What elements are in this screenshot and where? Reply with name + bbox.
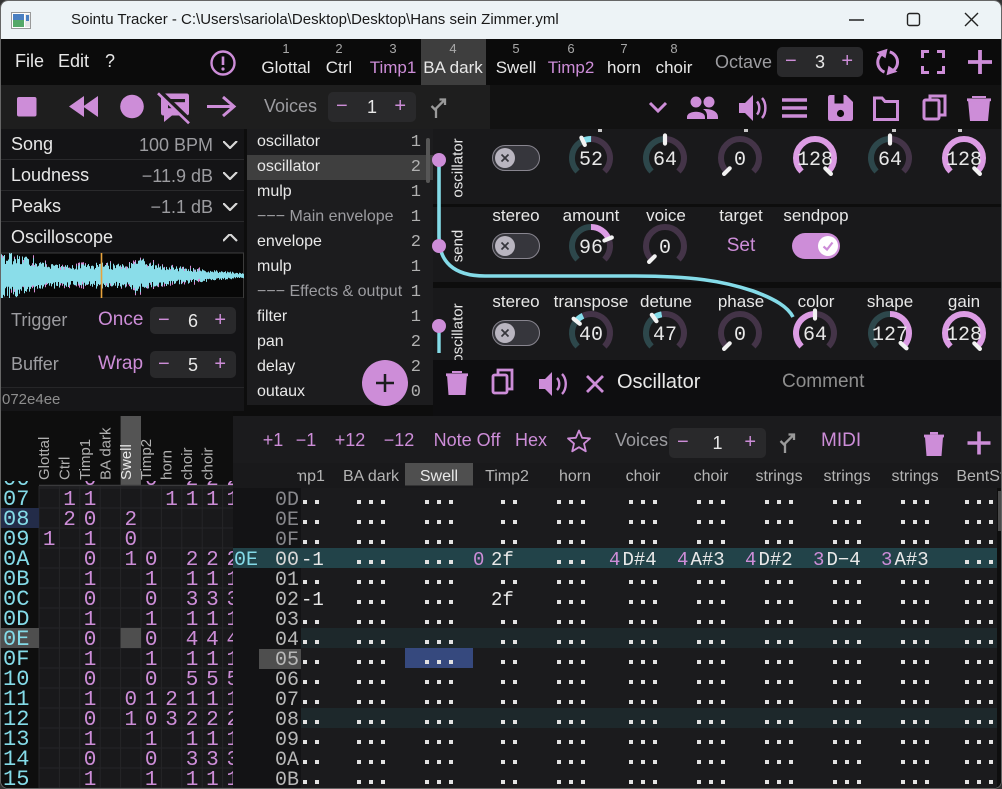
svg-text:strings: strings bbox=[755, 468, 802, 485]
svg-text:choir: choir bbox=[694, 468, 729, 485]
svg-text:64: 64 bbox=[878, 149, 902, 172]
svg-text:0: 0 bbox=[473, 549, 484, 571]
svg-text:1: 1 bbox=[84, 769, 97, 789]
svg-text:strings: strings bbox=[823, 468, 870, 485]
svg-text:choir: choir bbox=[199, 447, 216, 480]
svg-text:Timp2: Timp2 bbox=[485, 468, 529, 485]
svg-text:2: 2 bbox=[63, 509, 76, 532]
svg-text:D#4: D#4 bbox=[623, 549, 657, 571]
svg-text:1: 1 bbox=[124, 709, 137, 732]
svg-text:BA dark: BA dark bbox=[97, 427, 114, 480]
svg-text:3: 3 bbox=[813, 549, 824, 571]
svg-text:1: 1 bbox=[145, 769, 158, 789]
svg-text:choir: choir bbox=[179, 447, 196, 480]
svg-text:Timp2: Timp2 bbox=[138, 439, 155, 480]
svg-text:BentStr: BentStr bbox=[956, 468, 1002, 485]
svg-text:BA dark: BA dark bbox=[343, 468, 400, 485]
svg-text:4: 4 bbox=[677, 549, 688, 571]
svg-text:128: 128 bbox=[946, 149, 982, 172]
svg-text:127: 127 bbox=[872, 324, 908, 347]
svg-text:Timp1: Timp1 bbox=[77, 439, 94, 480]
svg-text:Swell: Swell bbox=[118, 444, 135, 480]
svg-text:Glottal: Glottal bbox=[36, 437, 53, 480]
svg-text:strings: strings bbox=[891, 468, 938, 485]
svg-text:1: 1 bbox=[186, 489, 199, 512]
svg-text:15: 15 bbox=[3, 767, 29, 789]
svg-text:4: 4 bbox=[609, 549, 620, 571]
svg-text:2f: 2f bbox=[491, 589, 514, 611]
svg-text:D#2: D#2 bbox=[759, 549, 793, 571]
svg-text:1: 1 bbox=[43, 529, 56, 552]
svg-text:1: 1 bbox=[206, 769, 219, 789]
svg-text:3: 3 bbox=[165, 709, 178, 732]
svg-text:1: 1 bbox=[206, 489, 219, 512]
svg-text:128: 128 bbox=[946, 324, 982, 347]
svg-text:A#3: A#3 bbox=[691, 549, 725, 571]
svg-text:-1: -1 bbox=[301, 549, 324, 571]
svg-text:1: 1 bbox=[165, 489, 178, 512]
svg-text:choir: choir bbox=[626, 468, 661, 485]
svg-text:A#3: A#3 bbox=[895, 549, 929, 571]
svg-text:D−4: D−4 bbox=[827, 549, 861, 571]
svg-text:2f: 2f bbox=[491, 549, 514, 571]
svg-text:4: 4 bbox=[745, 549, 756, 571]
svg-text:Swell: Swell bbox=[420, 468, 458, 485]
svg-text:1: 1 bbox=[124, 549, 137, 572]
svg-text:1: 1 bbox=[186, 769, 199, 789]
svg-text:horn: horn bbox=[159, 450, 176, 480]
svg-text:3: 3 bbox=[881, 549, 892, 571]
svg-text:0B: 0B bbox=[275, 769, 299, 789]
svg-text:0E: 0E bbox=[234, 549, 258, 572]
svg-text:horn: horn bbox=[559, 468, 591, 485]
svg-text:-1: -1 bbox=[301, 589, 324, 611]
svg-text:Ctrl: Ctrl bbox=[57, 457, 74, 480]
